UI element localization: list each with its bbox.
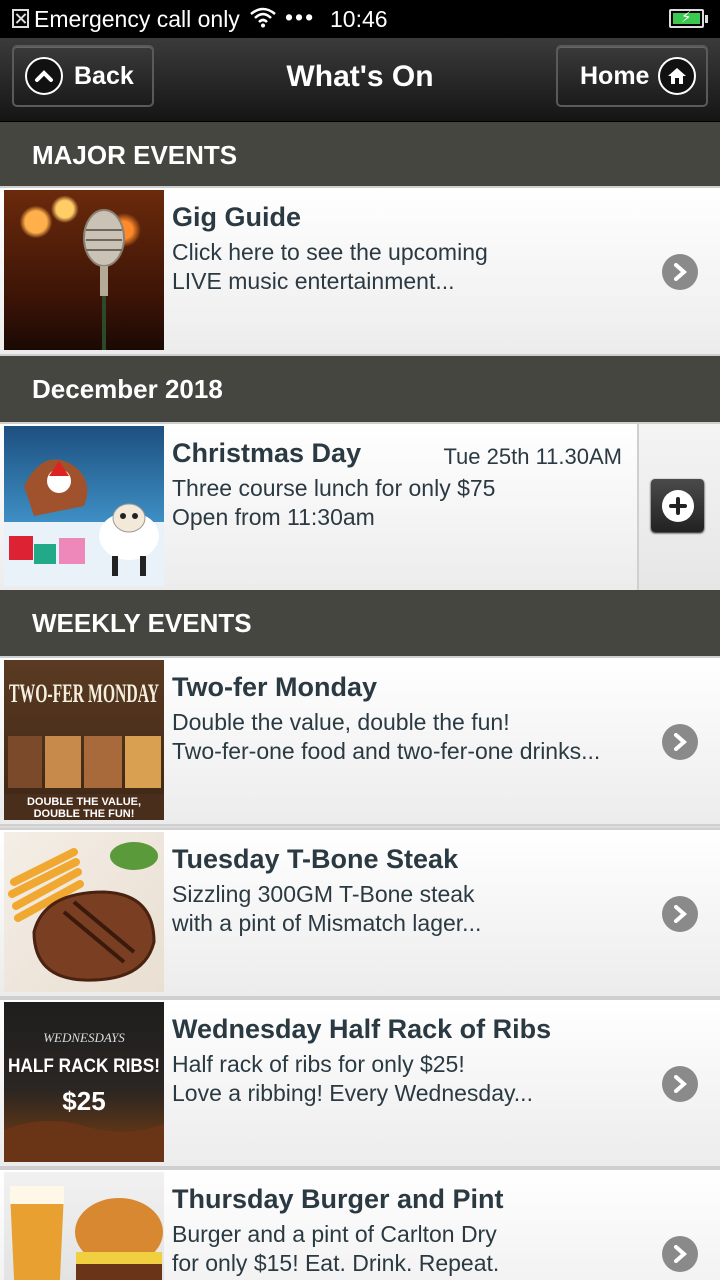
event-title: Gig Guide [172, 202, 302, 232]
chevron-right-icon[interactable] [662, 724, 698, 760]
chevron-right-icon[interactable] [662, 1236, 698, 1272]
wifi-icon [250, 6, 276, 34]
event-date: Tue 25th 11.30AM [443, 444, 622, 469]
carrier-text: Emergency call only [34, 6, 240, 32]
event-row-thursday-burger-and-pint[interactable]: Thursday Burger and Pint Burger and a pi… [0, 1168, 720, 1280]
plus-icon [661, 489, 694, 522]
add-to-calendar-button[interactable] [651, 479, 704, 532]
microphone-image [4, 190, 164, 350]
home-button[interactable]: Home [556, 45, 708, 107]
chevron-right-icon[interactable] [662, 896, 698, 932]
section-header-major-events: MAJOR EVENTS [0, 122, 720, 188]
event-description: Sizzling 300GM T-Bone steak with a pint … [172, 881, 482, 936]
home-label: Home [580, 62, 650, 90]
home-icon [658, 57, 696, 95]
event-row-gig-guide[interactable]: Gig Guide Click here to see the upcoming… [0, 186, 720, 356]
event-title: Christmas Day [172, 438, 362, 468]
burger-and-beer-image [4, 1172, 164, 1280]
chevron-right-icon[interactable] [662, 254, 698, 290]
ribs-image: WEDNESDAYS HALF RACK RIBS! $25 [4, 1002, 164, 1162]
battery-charging-icon: ⚡ [669, 9, 708, 28]
event-description: Three course lunch for only $75 Open fro… [172, 475, 496, 530]
event-title: Thursday Burger and Pint [172, 1184, 504, 1214]
chevron-up-icon [25, 57, 63, 95]
event-row-two-fer-monday[interactable]: TWO-FER MONDAY DOUBLE THE VALUE, DOUBLE … [0, 656, 720, 826]
christmas-image [4, 426, 164, 586]
more-dots-icon: ••• [285, 4, 316, 30]
event-row-tuesday-t-bone-steak[interactable]: Tuesday T-Bone Steak Sizzling 300GM T-Bo… [0, 828, 720, 998]
chevron-right-icon[interactable] [662, 1066, 698, 1102]
section-header-weekly-events: WEEKLY EVENTS [0, 590, 720, 656]
event-row-christmas-day[interactable]: Christmas Day Tue 25th 11.30AM Three cou… [0, 422, 720, 592]
svg-text:$25: $25 [62, 1086, 105, 1116]
back-label: Back [74, 62, 134, 90]
event-description: Burger and a pint of Carlton Dry for onl… [172, 1221, 500, 1276]
svg-text:TWO-FER MONDAY: TWO-FER MONDAY [9, 679, 159, 708]
nav-header: Back What's On Home [0, 38, 720, 122]
event-title: Two-fer Monday [172, 672, 377, 702]
clock: 10:46 [330, 6, 388, 32]
event-description: Half rack of ribs for only $25! Love a r… [172, 1051, 533, 1106]
svg-text:WEDNESDAYS: WEDNESDAYS [43, 1030, 125, 1045]
steak-image [4, 832, 164, 992]
page-title: What's On [286, 60, 434, 93]
two-fer-monday-image: TWO-FER MONDAY DOUBLE THE VALUE, DOUBLE … [4, 660, 164, 820]
svg-text:DOUBLE THE FUN!: DOUBLE THE FUN! [34, 808, 135, 820]
add-cell [637, 424, 720, 590]
status-bar: Emergency call only ••• 10:46 ⚡ [0, 0, 720, 38]
event-description: Click here to see the upcoming LIVE musi… [172, 239, 488, 294]
back-button[interactable]: Back [12, 45, 154, 107]
section-header-december-2018: December 2018 [0, 356, 720, 422]
svg-text:DOUBLE THE VALUE,: DOUBLE THE VALUE, [27, 796, 141, 808]
event-row-wednesday-half-rack-of-ribs[interactable]: WEDNESDAYS HALF RACK RIBS! $25 Wednesday… [0, 998, 720, 1168]
event-title: Tuesday T-Bone Steak [172, 844, 459, 874]
no-sim-icon [12, 9, 29, 28]
event-title: Wednesday Half Rack of Ribs [172, 1014, 552, 1044]
event-description: Double the value, double the fun! Two-fe… [172, 709, 601, 764]
svg-text:HALF RACK RIBS!: HALF RACK RIBS! [8, 1056, 160, 1077]
